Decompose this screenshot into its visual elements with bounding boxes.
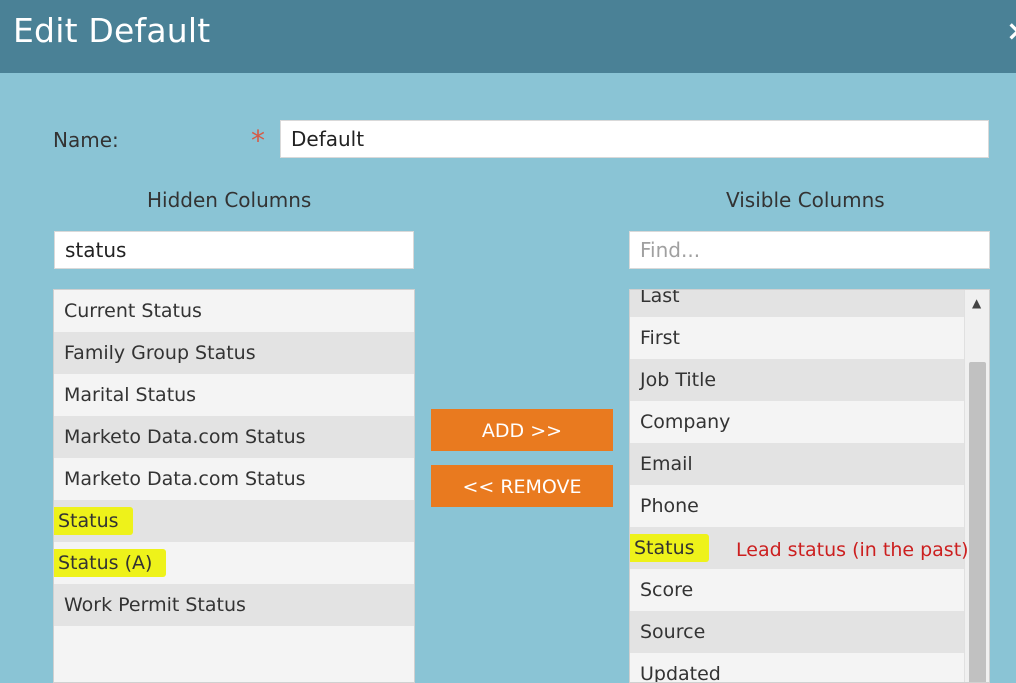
list-item[interactable]: Marketo Data.com Status	[54, 416, 414, 458]
remove-button[interactable]: << REMOVE	[431, 465, 613, 507]
visible-columns-heading: Visible Columns	[726, 188, 885, 212]
list-item[interactable]: Status	[54, 500, 414, 542]
list-item[interactable]: Score	[630, 569, 964, 611]
close-icon[interactable]: ×	[1006, 14, 1016, 47]
required-marker: *	[251, 124, 265, 157]
hidden-columns-search-input[interactable]: status	[54, 231, 414, 269]
highlighted-label: Status (A)	[54, 549, 167, 577]
scrollbar[interactable]: ▲	[964, 290, 989, 682]
highlighted-label: Status	[630, 534, 709, 562]
visible-columns-list[interactable]: Last First Job Title Company Email Phone…	[629, 289, 990, 683]
visible-columns-search-input[interactable]: Find...	[629, 231, 990, 269]
status-annotation: Lead status (in the past)	[736, 539, 969, 561]
list-item[interactable]: Phone	[630, 485, 964, 527]
list-item[interactable]: Last	[630, 290, 964, 317]
list-item[interactable]: Company	[630, 401, 964, 443]
list-item[interactable]: Source	[630, 611, 964, 653]
hidden-columns-list[interactable]: Current Status Family Group Status Marit…	[53, 289, 415, 683]
list-item[interactable]: Marital Status	[54, 374, 414, 416]
list-item[interactable]: First	[630, 317, 964, 359]
list-item[interactable]: Marketo Data.com Status	[54, 458, 414, 500]
list-item[interactable]: Current Status	[54, 290, 414, 332]
list-item[interactable]: Work Permit Status	[54, 584, 414, 626]
name-label: Name:	[53, 128, 119, 152]
list-item[interactable]: Email	[630, 443, 964, 485]
highlighted-label: Status	[54, 507, 133, 535]
list-item[interactable]: Family Group Status	[54, 332, 414, 374]
name-field[interactable]: Default	[280, 120, 989, 158]
hidden-columns-heading: Hidden Columns	[147, 188, 312, 212]
scrollbar-thumb[interactable]	[969, 362, 986, 682]
scroll-up-arrow-icon[interactable]: ▲	[972, 296, 981, 310]
list-item[interactable]: Status (A)	[54, 542, 414, 584]
dialog-title-bar: Edit Default ×	[0, 0, 1016, 73]
list-item[interactable]: Job Title	[630, 359, 964, 401]
dialog-title: Edit Default	[13, 11, 211, 50]
list-item[interactable]: Updated	[630, 653, 964, 682]
add-button[interactable]: ADD >>	[431, 409, 613, 451]
